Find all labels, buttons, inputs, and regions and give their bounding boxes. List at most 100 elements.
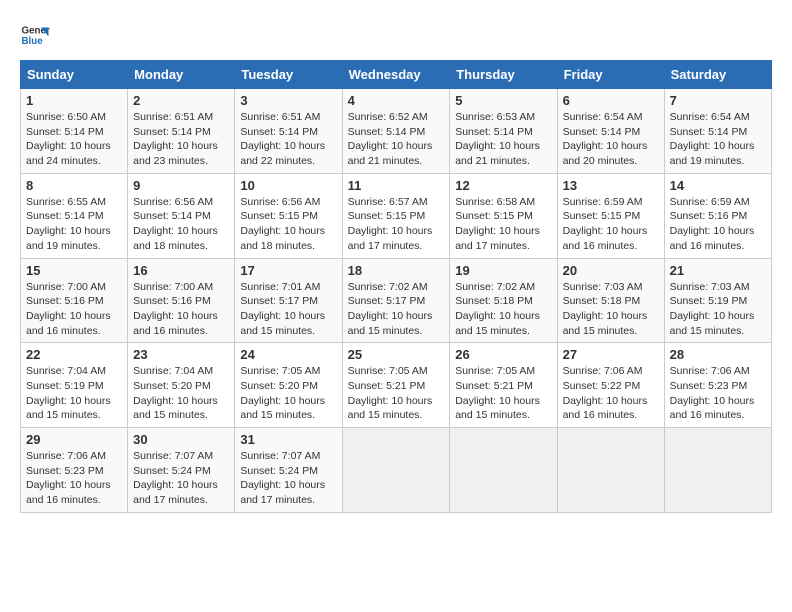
calendar-cell: 19 Sunrise: 7:02 AM Sunset: 5:18 PM Dayli…: [450, 258, 557, 343]
day-number: 9: [133, 178, 229, 193]
calendar-cell: [664, 428, 771, 513]
calendar-cell: 2 Sunrise: 6:51 AM Sunset: 5:14 PM Daylig…: [128, 89, 235, 174]
calendar-cell: 8 Sunrise: 6:55 AM Sunset: 5:14 PM Daylig…: [21, 173, 128, 258]
logo-icon: General Blue: [20, 20, 50, 50]
calendar-cell: 7Sunrise: 6:54 AM Sunset: 5:14 PM Daylig…: [664, 89, 771, 174]
cell-sun-info: Sunrise: 7:02 AM Sunset: 5:17 PM Dayligh…: [348, 280, 445, 339]
cell-sun-info: Sunrise: 6:58 AM Sunset: 5:15 PM Dayligh…: [455, 195, 551, 254]
day-number: 24: [240, 347, 336, 362]
cell-sun-info: Sunrise: 7:05 AM Sunset: 5:21 PM Dayligh…: [348, 364, 445, 423]
calendar-cell: 28Sunrise: 7:06 AM Sunset: 5:23 PM Dayli…: [664, 343, 771, 428]
cell-sun-info: Sunrise: 6:50 AM Sunset: 5:14 PM Dayligh…: [26, 110, 122, 169]
calendar-cell: 26 Sunrise: 7:05 AM Sunset: 5:21 PM Dayli…: [450, 343, 557, 428]
cell-sun-info: Sunrise: 6:51 AM Sunset: 5:14 PM Dayligh…: [133, 110, 229, 169]
calendar-cell: [342, 428, 450, 513]
day-number: 7: [670, 93, 766, 108]
week-row-5: 29 Sunrise: 7:06 AM Sunset: 5:23 PM Dayli…: [21, 428, 772, 513]
day-number: 31: [240, 432, 336, 447]
day-number: 16: [133, 263, 229, 278]
calendar-cell: 23Sunrise: 7:04 AM Sunset: 5:20 PM Dayli…: [128, 343, 235, 428]
cell-sun-info: Sunrise: 7:02 AM Sunset: 5:18 PM Dayligh…: [455, 280, 551, 339]
cell-sun-info: Sunrise: 6:59 AM Sunset: 5:16 PM Dayligh…: [670, 195, 766, 254]
cell-sun-info: Sunrise: 6:54 AM Sunset: 5:14 PM Dayligh…: [563, 110, 659, 169]
day-number: 1: [26, 93, 122, 108]
day-number: 26: [455, 347, 551, 362]
day-number: 5: [455, 93, 551, 108]
header-sunday: Sunday: [21, 61, 128, 89]
day-number: 6: [563, 93, 659, 108]
day-number: 28: [670, 347, 766, 362]
calendar-cell: 25 Sunrise: 7:05 AM Sunset: 5:21 PM Dayli…: [342, 343, 450, 428]
cell-sun-info: Sunrise: 6:59 AM Sunset: 5:15 PM Dayligh…: [563, 195, 659, 254]
day-number: 3: [240, 93, 336, 108]
cell-sun-info: Sunrise: 6:55 AM Sunset: 5:14 PM Dayligh…: [26, 195, 122, 254]
calendar-cell: 21 Sunrise: 7:03 AM Sunset: 5:19 PM Dayli…: [664, 258, 771, 343]
calendar-cell: 17Sunrise: 7:01 AM Sunset: 5:17 PM Dayli…: [235, 258, 342, 343]
cell-sun-info: Sunrise: 7:03 AM Sunset: 5:18 PM Dayligh…: [563, 280, 659, 339]
header-monday: Monday: [128, 61, 235, 89]
header-friday: Friday: [557, 61, 664, 89]
cell-sun-info: Sunrise: 7:07 AM Sunset: 5:24 PM Dayligh…: [133, 449, 229, 508]
day-number: 19: [455, 263, 551, 278]
calendar-cell: 14 Sunrise: 6:59 AM Sunset: 5:16 PM Dayli…: [664, 173, 771, 258]
calendar-cell: 9 Sunrise: 6:56 AM Sunset: 5:14 PM Daylig…: [128, 173, 235, 258]
cell-sun-info: Sunrise: 6:52 AM Sunset: 5:14 PM Dayligh…: [348, 110, 445, 169]
day-number: 29: [26, 432, 122, 447]
calendar-cell: 10 Sunrise: 6:56 AM Sunset: 5:15 PM Dayli…: [235, 173, 342, 258]
calendar-cell: 3Sunrise: 6:51 AM Sunset: 5:14 PM Daylig…: [235, 89, 342, 174]
calendar-cell: 31 Sunrise: 7:07 AM Sunset: 5:24 PM Dayli…: [235, 428, 342, 513]
day-number: 18: [348, 263, 445, 278]
day-number: 27: [563, 347, 659, 362]
day-number: 30: [133, 432, 229, 447]
calendar-cell: 13 Sunrise: 6:59 AM Sunset: 5:15 PM Dayli…: [557, 173, 664, 258]
calendar-cell: [450, 428, 557, 513]
week-row-3: 15 Sunrise: 7:00 AM Sunset: 5:16 PM Dayli…: [21, 258, 772, 343]
day-number: 2: [133, 93, 229, 108]
header-saturday: Saturday: [664, 61, 771, 89]
cell-sun-info: Sunrise: 7:03 AM Sunset: 5:19 PM Dayligh…: [670, 280, 766, 339]
cell-sun-info: Sunrise: 7:05 AM Sunset: 5:20 PM Dayligh…: [240, 364, 336, 423]
day-number: 25: [348, 347, 445, 362]
day-number: 12: [455, 178, 551, 193]
calendar-cell: 4 Sunrise: 6:52 AM Sunset: 5:14 PM Daylig…: [342, 89, 450, 174]
day-number: 17: [240, 263, 336, 278]
cell-sun-info: Sunrise: 6:56 AM Sunset: 5:15 PM Dayligh…: [240, 195, 336, 254]
calendar-cell: [557, 428, 664, 513]
week-row-1: 1 Sunrise: 6:50 AM Sunset: 5:14 PM Daylig…: [21, 89, 772, 174]
calendar-cell: 11Sunrise: 6:57 AM Sunset: 5:15 PM Dayli…: [342, 173, 450, 258]
cell-sun-info: Sunrise: 6:56 AM Sunset: 5:14 PM Dayligh…: [133, 195, 229, 254]
cell-sun-info: Sunrise: 7:04 AM Sunset: 5:19 PM Dayligh…: [26, 364, 122, 423]
cell-sun-info: Sunrise: 7:07 AM Sunset: 5:24 PM Dayligh…: [240, 449, 336, 508]
week-row-2: 8 Sunrise: 6:55 AM Sunset: 5:14 PM Daylig…: [21, 173, 772, 258]
day-number: 4: [348, 93, 445, 108]
day-number: 21: [670, 263, 766, 278]
calendar-cell: 1 Sunrise: 6:50 AM Sunset: 5:14 PM Daylig…: [21, 89, 128, 174]
calendar-cell: 18 Sunrise: 7:02 AM Sunset: 5:17 PM Dayli…: [342, 258, 450, 343]
day-number: 8: [26, 178, 122, 193]
cell-sun-info: Sunrise: 7:05 AM Sunset: 5:21 PM Dayligh…: [455, 364, 551, 423]
day-number: 20: [563, 263, 659, 278]
calendar-cell: 20 Sunrise: 7:03 AM Sunset: 5:18 PM Dayli…: [557, 258, 664, 343]
day-number: 11: [348, 178, 445, 193]
day-number: 13: [563, 178, 659, 193]
calendar-cell: 29 Sunrise: 7:06 AM Sunset: 5:23 PM Dayli…: [21, 428, 128, 513]
day-number: 10: [240, 178, 336, 193]
header-thursday: Thursday: [450, 61, 557, 89]
day-number: 22: [26, 347, 122, 362]
cell-sun-info: Sunrise: 7:00 AM Sunset: 5:16 PM Dayligh…: [133, 280, 229, 339]
calendar-table: SundayMondayTuesdayWednesdayThursdayFrid…: [20, 60, 772, 513]
cell-sun-info: Sunrise: 7:06 AM Sunset: 5:23 PM Dayligh…: [26, 449, 122, 508]
logo: General Blue: [20, 20, 54, 50]
header-tuesday: Tuesday: [235, 61, 342, 89]
cell-sun-info: Sunrise: 7:00 AM Sunset: 5:16 PM Dayligh…: [26, 280, 122, 339]
day-number: 14: [670, 178, 766, 193]
cell-sun-info: Sunrise: 6:53 AM Sunset: 5:14 PM Dayligh…: [455, 110, 551, 169]
calendar-cell: 22 Sunrise: 7:04 AM Sunset: 5:19 PM Dayli…: [21, 343, 128, 428]
calendar-cell: 24 Sunrise: 7:05 AM Sunset: 5:20 PM Dayli…: [235, 343, 342, 428]
header: General Blue: [20, 20, 772, 50]
calendar-header-row: SundayMondayTuesdayWednesdayThursdayFrid…: [21, 61, 772, 89]
day-number: 15: [26, 263, 122, 278]
calendar-cell: 12 Sunrise: 6:58 AM Sunset: 5:15 PM Dayli…: [450, 173, 557, 258]
calendar-cell: 16 Sunrise: 7:00 AM Sunset: 5:16 PM Dayli…: [128, 258, 235, 343]
cell-sun-info: Sunrise: 7:06 AM Sunset: 5:22 PM Dayligh…: [563, 364, 659, 423]
